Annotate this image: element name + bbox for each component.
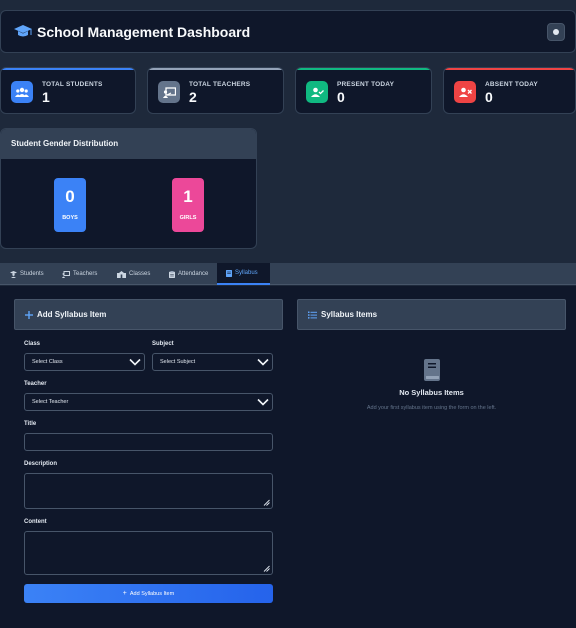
plus-icon [25, 310, 33, 319]
tab-classes[interactable]: Classes [115, 263, 152, 285]
add-syllabus-item-button[interactable]: + Add Syllabus Item [24, 584, 273, 603]
content-label: Content [24, 519, 47, 525]
gender-distribution-card: Student Gender Distribution 0 BOYS 1 GIR… [0, 128, 257, 249]
stat-label: TOTAL TEACHERS [189, 81, 251, 88]
title-label: Title [24, 421, 37, 427]
users-icon [11, 81, 33, 103]
chevron-down-icon [257, 398, 269, 406]
tab-label: Syllabus [235, 270, 258, 276]
stat-value: 0 [485, 89, 493, 105]
chevron-down-icon [257, 358, 269, 366]
syllabus-items-header: Syllabus Items [297, 299, 566, 330]
girls-count: 1 [183, 187, 193, 206]
stat-label: ABSENT TODAY [485, 81, 538, 88]
description-label: Description [24, 461, 58, 467]
user-check-icon [306, 81, 328, 103]
stat-label: TOTAL STUDENTS [42, 81, 103, 88]
add-syllabus-title: Add Syllabus Item [37, 310, 107, 319]
girls-count-card: 1 GIRLS [172, 178, 204, 232]
tab-bar: Students Teachers Classes Attendance Syl… [0, 263, 576, 285]
chalkboard-icon [62, 270, 70, 278]
resize-handle-icon[interactable] [263, 565, 270, 572]
stat-accent-bar [444, 68, 575, 70]
class-label: Class [24, 341, 41, 347]
tab-teachers[interactable]: Teachers [60, 263, 99, 285]
add-syllabus-header: Add Syllabus Item [14, 299, 283, 330]
stat-accent-bar [148, 68, 283, 70]
school-icon [117, 270, 126, 278]
description-textarea[interactable] [24, 473, 273, 509]
book-icon [226, 269, 232, 277]
stat-card-total-teachers: TOTAL TEACHERS 2 [147, 67, 284, 114]
theme-toggle-button[interactable] [547, 23, 565, 41]
subject-select[interactable]: Select Subject [152, 353, 273, 371]
user-times-icon [454, 81, 476, 103]
stat-value: 2 [189, 89, 197, 105]
page-title: School Management Dashboard [37, 23, 251, 40]
boys-label: BOYS [62, 215, 78, 221]
tab-syllabus[interactable]: Syllabus [217, 263, 270, 285]
book-icon [424, 359, 440, 381]
chalkboard-teacher-icon [158, 81, 180, 103]
stat-value: 1 [42, 89, 50, 105]
boys-count: 0 [65, 187, 75, 206]
subject-label: Subject [152, 341, 174, 347]
stat-card-total-students: TOTAL STUDENTS 1 [0, 67, 136, 114]
tab-label: Students [20, 271, 44, 277]
teacher-label: Teacher [24, 381, 47, 387]
resize-handle-icon[interactable] [263, 499, 270, 506]
tab-students[interactable]: Students [8, 263, 46, 285]
teacher-select[interactable]: Select Teacher [24, 393, 273, 411]
stat-accent-bar [296, 68, 431, 70]
teacher-select-value: Select Teacher [32, 399, 69, 405]
theme-toggle-icon [553, 29, 559, 35]
list-icon [308, 311, 317, 319]
syllabus-content [0, 286, 576, 628]
plus-icon: + [122, 590, 127, 597]
subject-select-value: Select Subject [160, 359, 196, 365]
girls-label: GIRLS [179, 215, 197, 221]
tab-attendance[interactable]: Attendance [167, 263, 210, 285]
gender-distribution-title: Student Gender Distribution [1, 129, 256, 159]
empty-state-title: No Syllabus Items [399, 388, 464, 397]
stat-card-present-today: PRESENT TODAY 0 [295, 67, 432, 114]
stat-value: 0 [337, 89, 345, 105]
add-syllabus-item-button-label: Add Syllabus Item [129, 590, 175, 597]
user-graduate-icon [10, 270, 17, 278]
tab-label: Attendance [178, 271, 209, 277]
class-select[interactable]: Select Class [24, 353, 145, 371]
stat-card-absent-today: ABSENT TODAY 0 [443, 67, 576, 114]
tab-label: Teachers [73, 271, 98, 277]
chevron-down-icon [129, 358, 141, 366]
stat-accent-bar [1, 68, 135, 70]
syllabus-items-title: Syllabus Items [321, 310, 378, 319]
app-header: School Management Dashboard [0, 10, 576, 53]
tab-label: Classes [129, 271, 151, 277]
boys-count-card: 0 BOYS [54, 178, 86, 232]
content-textarea[interactable] [24, 531, 273, 575]
class-select-value: Select Class [32, 359, 63, 365]
empty-state-text: Add your first syllabus item using the f… [366, 405, 497, 411]
clipboard-icon [169, 270, 175, 278]
stat-label: PRESENT TODAY [337, 81, 395, 88]
graduation-cap-icon [14, 24, 32, 36]
title-input[interactable] [24, 433, 273, 451]
